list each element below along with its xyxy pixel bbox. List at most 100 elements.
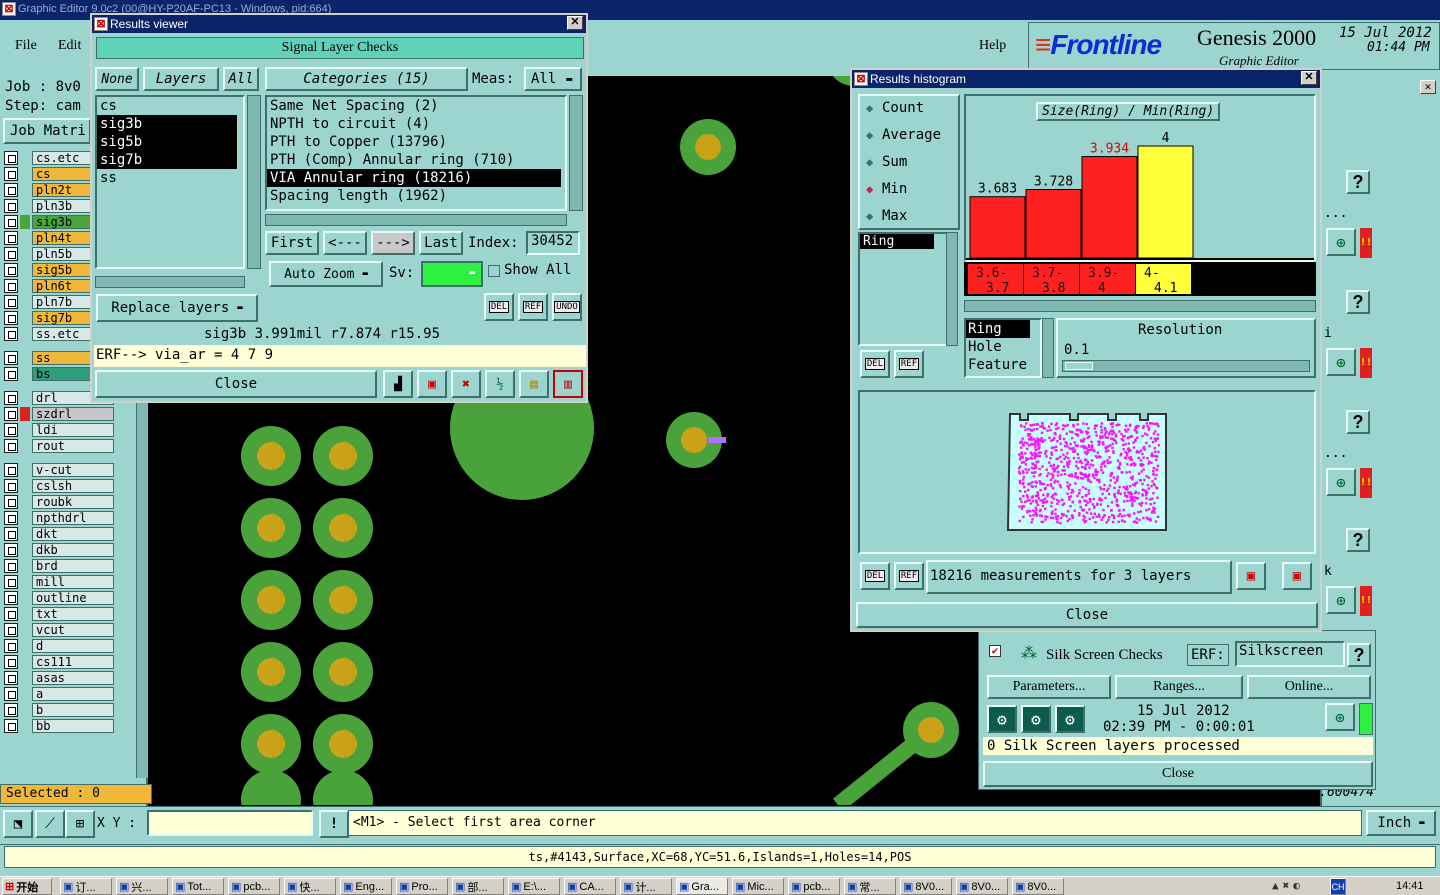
layer-checkbox[interactable] [4,166,18,181]
help-button[interactable]: ? [1346,170,1370,194]
taskbar-item[interactable]: ▣ pcb... [788,878,840,895]
categories-vscroll[interactable] [569,95,583,211]
layer-checkbox[interactable] [4,462,18,477]
hist-ref-button[interactable]: REF [894,350,924,378]
layer-checkbox[interactable] [4,526,18,541]
first-button[interactable]: First [265,231,319,255]
layer-result-list[interactable]: cs sig3b sig5b sig7b ss [95,95,245,269]
layer-result-item[interactable]: cs [97,97,237,115]
layer-row[interactable]: szdrl [4,406,114,421]
layer-checkbox[interactable] [4,214,18,229]
category-item[interactable]: Same Net Spacing (2) [267,97,561,115]
layer-name[interactable]: dkb [32,542,114,557]
layer-checkbox[interactable] [4,590,18,605]
results-close-button[interactable]: Close [95,370,377,398]
taskbar-item[interactable]: ▣ E:\... [508,878,560,895]
resolution-slider[interactable] [1062,360,1310,372]
taskbar-item[interactable]: ▣ pcb... [228,878,280,895]
category-item[interactable]: PTH to Copper (13796) [267,133,561,151]
layer-row[interactable]: b [4,702,114,717]
taskbar-item[interactable]: ▣ 兴... [116,878,168,895]
snap-tool-icon[interactable]: ⊞ [65,810,95,838]
layer-checkbox[interactable] [4,510,18,525]
tray-lang[interactable]: CH [1330,878,1346,895]
zoom-icon[interactable]: ⊕ [1326,468,1356,496]
histogram-titlebar[interactable]: ⊠ Results histogram ✕ [852,70,1320,88]
layer-list-vscroll[interactable] [247,95,261,269]
layer-row[interactable]: dkt [4,526,114,541]
layer-checkbox[interactable] [4,670,18,685]
radio-off-icon[interactable]: ◆ [866,209,882,223]
radio-on-icon[interactable]: ◆ [866,182,882,196]
layer-checkbox[interactable] [4,478,18,493]
histogram-bar[interactable] [1081,156,1138,259]
mode-option[interactable]: ◆ Average [866,127,941,143]
zoom-icon[interactable]: ⊕ [1326,348,1356,376]
layer-row[interactable]: mill [4,574,114,589]
taskbar-item[interactable]: ▣ 订... [60,878,112,895]
taskbar-item[interactable]: ▣ Eng... [340,878,392,895]
range-item[interactable]: Hole [966,338,1030,356]
units-select[interactable]: Inch ▬ [1366,810,1436,836]
zoom-icon[interactable]: ⊕ [1326,228,1356,256]
layer-row[interactable]: vcut [4,622,114,637]
layer-checkbox[interactable] [4,230,18,245]
close-icon[interactable]: ✕ [1301,71,1317,85]
hist-del-button[interactable]: DEL [860,350,890,378]
layer-checkbox[interactable] [4,326,18,341]
layer-checkbox[interactable] [4,390,18,405]
taskbar-item[interactable]: ▣ Mic... [732,878,784,895]
layer-row[interactable]: roubk [4,494,114,509]
layer-checkbox[interactable] [4,150,18,165]
index-input[interactable]: 30452 [526,231,580,255]
start-button[interactable]: ⊞ 开始 [2,878,52,895]
layer-checkbox[interactable] [4,278,18,293]
layer-name[interactable]: b [32,702,114,717]
silk-enable-checkbox[interactable]: ✔ [989,645,1001,657]
layer-checkbox[interactable] [4,246,18,261]
histogram-hscroll[interactable] [964,300,1316,312]
prev-button[interactable]: <--- [323,231,367,255]
layer-checkbox[interactable] [4,310,18,325]
layer-checkbox[interactable] [4,494,18,509]
slider-thumb[interactable] [1065,362,1093,370]
layer-row[interactable]: outline [4,590,114,605]
show-all-checkbox[interactable] [488,265,500,277]
radio-off-icon[interactable]: ◆ [866,155,882,169]
categories-button[interactable]: Categories (15) [265,67,468,91]
taskbar-item[interactable]: ▣ Pro... [396,878,448,895]
layer-checkbox[interactable] [4,198,18,213]
layer-name[interactable]: szdrl [32,406,114,421]
layer-checkbox[interactable] [4,406,18,421]
layer-checkbox[interactable] [4,542,18,557]
help-button[interactable]: ? [1346,410,1370,434]
run-region-icon[interactable]: ⚙ [1055,705,1085,733]
layer-checkbox[interactable] [4,350,18,365]
menu-file[interactable]: File [15,38,37,54]
layer-name[interactable]: cslsh [32,478,114,493]
xy-input[interactable] [147,810,313,836]
none-button[interactable]: None [95,67,139,91]
help-button[interactable]: ? [1346,290,1370,314]
layer-checkbox[interactable] [4,366,18,381]
histogram-bar[interactable] [969,196,1026,259]
layer-name[interactable]: brd [32,558,114,573]
results-viewer-titlebar[interactable]: ⊠ Results viewer ✕ [92,15,586,33]
layer-name[interactable]: ldi [32,422,114,437]
layer-row[interactable]: d [4,638,114,653]
layer-row[interactable]: a [4,686,114,701]
categories-hscroll[interactable] [265,214,567,226]
layer-list-hscroll[interactable] [95,276,245,288]
attribute-vscroll[interactable] [946,232,958,346]
layer-row[interactable]: bb [4,718,114,733]
zoom-icon[interactable]: ⊕ [1326,586,1356,614]
layer-checkbox[interactable] [4,654,18,669]
sv-select[interactable]: ▬ [421,261,483,287]
silk-erf-input[interactable]: Silkscreen [1235,641,1345,667]
taskbar-item[interactable]: ▣ 部... [452,878,504,895]
layer-checkbox[interactable] [4,718,18,733]
layer-name[interactable]: bb [32,718,114,733]
range-list[interactable]: Ring Hole Feature [964,318,1042,378]
layer-name[interactable]: mill [32,574,114,589]
replace-layers-select[interactable]: Replace layers ▬ [96,294,258,322]
